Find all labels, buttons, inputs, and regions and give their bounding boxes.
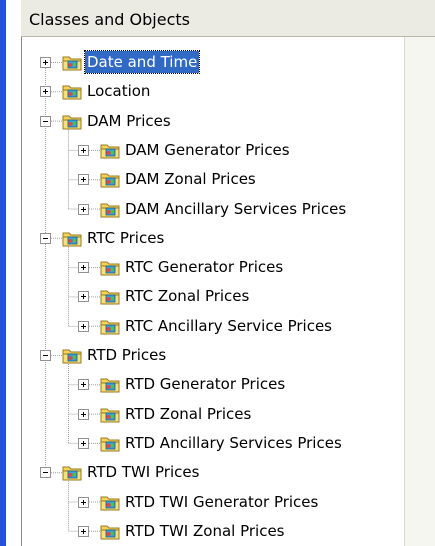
folder-cube-icon	[100, 434, 120, 452]
folder-cube-icon	[62, 53, 82, 71]
folder-cube-icon	[100, 258, 120, 276]
collapse-toggle-icon[interactable]	[40, 232, 51, 244]
expand-toggle-icon[interactable]	[78, 291, 89, 303]
expand-toggle-icon[interactable]	[78, 320, 89, 332]
tree-node-label[interactable]: DAM Generator Prices	[123, 139, 292, 161]
window-edge-accent	[0, 0, 6, 546]
expand-toggle-icon[interactable]	[78, 525, 89, 537]
tree-node-label[interactable]: RTC Prices	[85, 227, 166, 249]
tree-node-label[interactable]: Date and Time	[83, 50, 201, 74]
expand-toggle-icon[interactable]	[78, 408, 89, 420]
tree-node-label[interactable]: RTD Prices	[85, 344, 168, 366]
panel-right-margin	[404, 37, 435, 546]
tree-node-label[interactable]: RTD TWI Zonal Prices	[123, 520, 287, 542]
expand-toggle-icon[interactable]	[78, 174, 89, 186]
panel-header: Classes and Objects	[21, 0, 435, 37]
tree-node-label[interactable]: RTD TWI Generator Prices	[123, 491, 320, 513]
folder-cube-icon	[62, 82, 82, 100]
folder-cube-icon	[62, 463, 82, 481]
expand-toggle-icon[interactable]	[78, 379, 89, 391]
folder-cube-icon	[100, 522, 120, 540]
folder-cube-icon	[100, 317, 120, 335]
expand-toggle-icon[interactable]	[40, 86, 51, 98]
folder-cube-icon	[100, 287, 120, 305]
expand-toggle-icon[interactable]	[40, 57, 51, 68]
collapse-toggle-icon[interactable]	[40, 115, 51, 127]
tree-node-label[interactable]: RTD TWI Prices	[85, 461, 201, 483]
tree-node-label[interactable]: Location	[85, 80, 152, 102]
folder-cube-icon	[100, 375, 120, 393]
folder-cube-icon	[62, 112, 82, 130]
expand-toggle-icon[interactable]	[78, 203, 89, 215]
expand-toggle-icon[interactable]	[78, 437, 89, 449]
tree-node-label[interactable]: RTD Ancillary Services Prices	[123, 432, 344, 454]
tree-node-label[interactable]: RTC Ancillary Service Prices	[123, 315, 334, 337]
tree-node-label[interactable]: RTC Zonal Prices	[123, 285, 251, 307]
folder-cube-icon	[100, 405, 120, 423]
folder-cube-icon	[100, 493, 120, 511]
tree-node-label[interactable]: DAM Prices	[85, 110, 173, 132]
folder-cube-icon	[100, 141, 120, 159]
folder-cube-icon	[100, 170, 120, 188]
tree-node-label[interactable]: RTD Zonal Prices	[123, 403, 253, 425]
folder-cube-icon	[100, 200, 120, 218]
collapse-toggle-icon[interactable]	[40, 350, 51, 361]
folder-cube-icon	[62, 229, 82, 247]
tree-node-label[interactable]: RTC Generator Prices	[123, 256, 285, 278]
tree-node-label[interactable]: DAM Ancillary Services Prices	[123, 198, 348, 220]
expand-toggle-icon[interactable]	[78, 262, 89, 274]
tree-node-label[interactable]: DAM Zonal Prices	[123, 168, 258, 190]
panel-title: Classes and Objects	[29, 10, 190, 29]
expand-toggle-icon[interactable]	[78, 496, 89, 508]
expand-toggle-icon[interactable]	[78, 144, 89, 156]
tree-node-label[interactable]: RTD Generator Prices	[123, 373, 287, 395]
collapse-toggle-icon[interactable]	[40, 467, 51, 479]
class-object-tree[interactable]: Date and Time Location DAM Prices DAM Gener…	[21, 37, 405, 546]
folder-cube-icon	[62, 346, 82, 364]
